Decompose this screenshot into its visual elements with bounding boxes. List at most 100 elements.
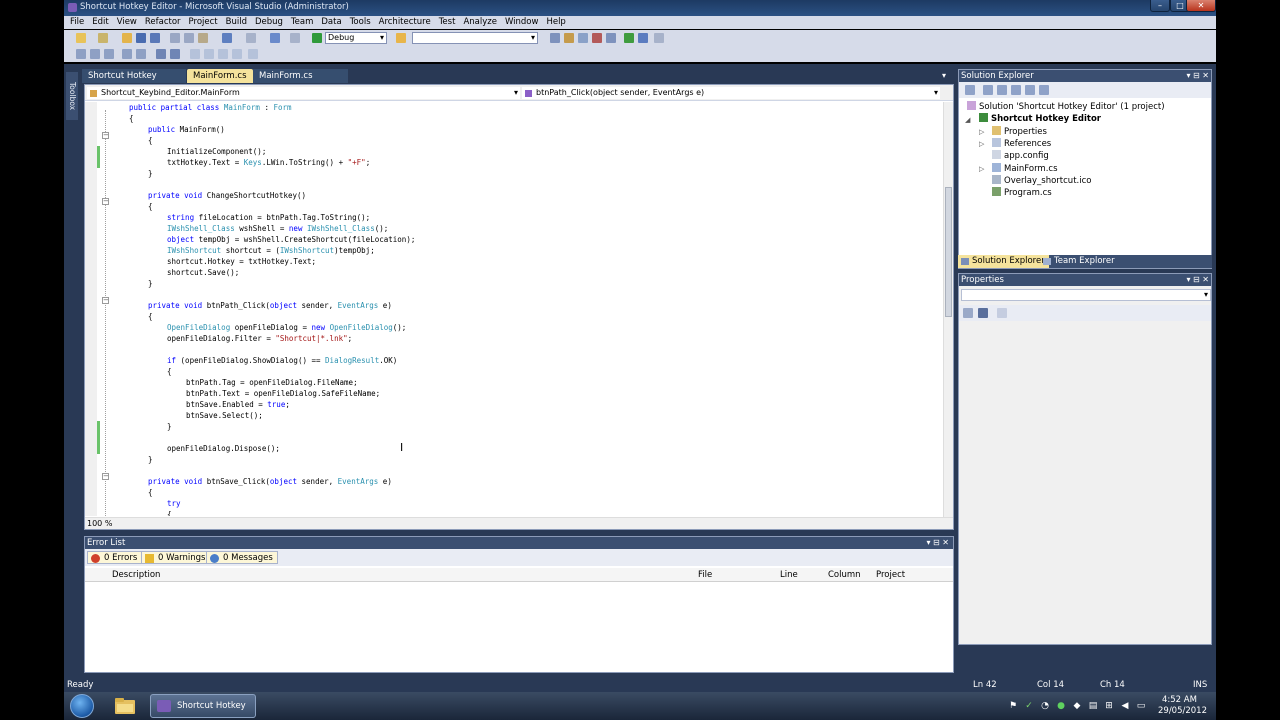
tree-item-properties[interactable]: Properties (992, 126, 1047, 138)
display-icon[interactable]: ▭ (1136, 701, 1146, 711)
code-line[interactable]: { (129, 201, 153, 212)
code-line[interactable]: btnSave.Enabled = true; (129, 399, 290, 410)
code-line[interactable]: { (129, 509, 172, 516)
previous-bookmark-icon[interactable] (204, 49, 214, 59)
menu-analyze[interactable]: Analyze (459, 16, 501, 29)
network-icon[interactable]: ◔ (1040, 701, 1050, 711)
panel-controls[interactable]: ▾ ⊟ ✕ (926, 537, 949, 549)
messages-filter-button[interactable]: 0 Messages (206, 551, 278, 564)
parameter-info-icon[interactable] (90, 49, 100, 59)
taskbar-visual-studio[interactable]: Shortcut Hotkey E... (150, 694, 256, 718)
tree-item-solution[interactable]: Solution 'Shortcut Hotkey Editor' (1 pro… (967, 101, 1165, 113)
member-dropdown[interactable]: btnPath_Click(object sender, EventArgs e… (522, 87, 940, 99)
utorrent-icon[interactable]: ● (1056, 701, 1066, 711)
column-description[interactable]: Description (112, 568, 160, 582)
code-line[interactable]: OpenFileDialog openFileDialog = new Open… (129, 322, 406, 333)
tree-item-references[interactable]: References (992, 138, 1051, 150)
menu-refactor[interactable]: Refactor (141, 16, 185, 29)
panel-controls[interactable]: ▾ ⊟ ✕ (1186, 274, 1209, 286)
collapse-arrow-icon[interactable]: ▷ (979, 140, 984, 148)
tab-shortcut-hotkey-editor[interactable]: Shortcut Hotkey Editor (82, 69, 186, 95)
close-button[interactable]: ✕ (1186, 0, 1216, 12)
view-designer-icon[interactable] (1025, 85, 1035, 95)
collapse-toggle[interactable]: − (102, 198, 109, 205)
volume-icon[interactable]: ◀ (1120, 701, 1130, 711)
properties-window-icon[interactable] (564, 33, 574, 43)
code-line[interactable]: public MainForm() (129, 124, 225, 135)
code-line[interactable]: } (129, 278, 153, 289)
code-line[interactable]: shortcut.Save(); (129, 267, 239, 278)
code-line[interactable]: private void btnSave_Click(object sender… (129, 476, 392, 487)
code-line[interactable]: IWshShortcut shortcut = (IWshShortcut)te… (129, 245, 375, 256)
menu-debug[interactable]: Debug (251, 16, 287, 29)
network-status-icon[interactable]: ⊞ (1104, 701, 1114, 711)
code-line[interactable]: { (129, 135, 153, 146)
code-line[interactable]: openFileDialog.Filter = "Shortcut|*.lnk"… (129, 333, 352, 344)
check-icon[interactable]: ✓ (1024, 701, 1034, 711)
tree-item-app-config[interactable]: app.config (992, 150, 1049, 162)
toolbox-tab[interactable]: Toolbox (66, 72, 78, 120)
collapse-arrow-icon[interactable]: ▷ (979, 128, 984, 136)
code-line[interactable]: } (129, 454, 153, 465)
vertical-scrollbar[interactable] (943, 102, 953, 518)
warnings-filter-button[interactable]: 0 Warnings (141, 551, 211, 564)
start-page-icon[interactable] (606, 33, 616, 43)
refresh-icon[interactable] (997, 85, 1007, 95)
find-combo[interactable] (412, 32, 538, 44)
code-line[interactable]: { (129, 487, 153, 498)
clock-date[interactable]: 29/05/2012 (1158, 706, 1207, 716)
code-line[interactable]: public partial class MainForm : Form (129, 102, 292, 113)
navigate-forward-icon[interactable] (290, 33, 300, 43)
code-line[interactable]: btnPath.Text = openFileDialog.SafeFileNa… (129, 388, 380, 399)
properties-icon[interactable] (965, 85, 975, 95)
tree-item-program-cs[interactable]: Program.cs (992, 187, 1052, 199)
save-icon[interactable] (136, 33, 146, 43)
code-line[interactable]: { (129, 113, 134, 124)
code-line[interactable]: } (129, 421, 172, 432)
open-file-icon[interactable] (122, 33, 132, 43)
command-window-icon[interactable] (638, 33, 648, 43)
menu-window[interactable]: Window (501, 16, 543, 29)
errors-filter-button[interactable]: 0 Errors (87, 551, 143, 564)
code-line[interactable]: InitializeComponent(); (129, 146, 266, 157)
bookmark-icon[interactable] (190, 49, 200, 59)
panel-controls[interactable]: ▾ ⊟ ✕ (1186, 70, 1209, 82)
scrollbar-thumb[interactable] (945, 187, 952, 317)
increase-indent-icon[interactable] (136, 49, 146, 59)
keyboard-icon[interactable]: ▤ (1088, 701, 1098, 711)
code-line[interactable]: openFileDialog.Dispose(); (129, 443, 280, 454)
menu-tools[interactable]: Tools (346, 16, 375, 29)
tree-item-mainform-cs[interactable]: MainForm.cs (992, 163, 1058, 175)
column-column[interactable]: Column (828, 568, 861, 582)
shield-icon[interactable]: ◆ (1072, 701, 1082, 711)
minimize-button[interactable]: – (1150, 0, 1170, 12)
save-all-icon[interactable] (150, 33, 160, 43)
code-line[interactable]: txtHotkey.Text = Keys.LWin.ToString() + … (129, 157, 370, 168)
code-line[interactable]: { (129, 311, 153, 322)
code-line[interactable]: try (129, 498, 181, 509)
code-editor[interactable]: Shortcut_Keybind_Editor.MainForm btnPath… (84, 84, 954, 530)
tab-mainform-design[interactable]: MainForm.cs [Design] (253, 69, 348, 95)
code-line[interactable]: } (129, 168, 153, 179)
code-line[interactable]: shortcut.Hotkey = txtHotkey.Text; (129, 256, 316, 267)
find-in-files-icon[interactable] (396, 33, 406, 43)
column-project[interactable]: Project (876, 568, 905, 582)
menu-team[interactable]: Team (287, 16, 317, 29)
decrease-indent-icon[interactable] (122, 49, 132, 59)
copy-icon[interactable] (184, 33, 194, 43)
code-line[interactable]: btnSave.Select(); (129, 410, 263, 421)
zoom-level[interactable]: 100 % (87, 518, 112, 530)
menu-build[interactable]: Build (222, 16, 251, 29)
navigate-backward-icon[interactable] (270, 33, 280, 43)
code-line[interactable]: object tempObj = wshShell.CreateShortcut… (129, 234, 415, 245)
tab-team-explorer[interactable]: Team Explorer (1040, 255, 1119, 268)
paste-icon[interactable] (198, 33, 208, 43)
code-line[interactable]: IWshShell_Class wshShell = new IWshShell… (129, 223, 388, 234)
tab-mainform-cs[interactable]: MainForm.cs (187, 69, 253, 83)
start-debugging-icon[interactable] (312, 33, 322, 43)
redo-icon[interactable] (246, 33, 256, 43)
property-pages-icon[interactable] (997, 308, 1007, 318)
code-line[interactable]: string fileLocation = btnPath.Tag.ToStri… (129, 212, 370, 223)
tree-item-project[interactable]: Shortcut Hotkey Editor (979, 113, 1101, 125)
next-bookmark-icon[interactable] (218, 49, 228, 59)
